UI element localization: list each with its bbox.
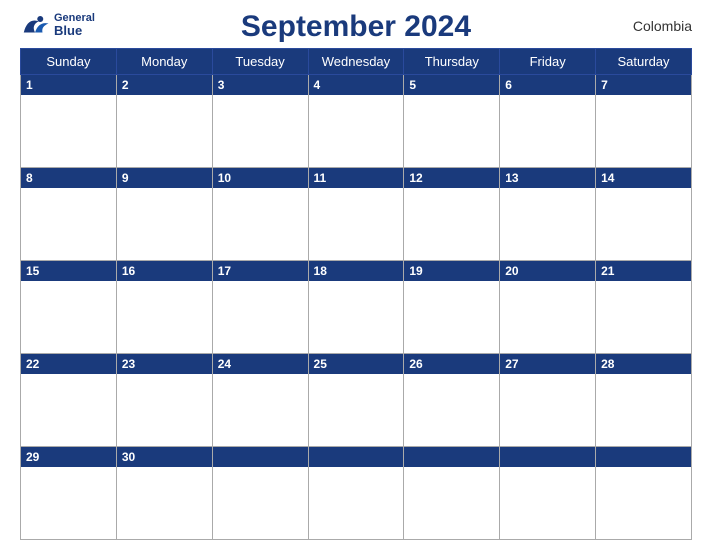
days-header-row: Sunday Monday Tuesday Wednesday Thursday… [21,49,692,75]
day-21: 21 [596,261,692,354]
day-2: 2 [116,75,212,168]
day-1: 1 [21,75,117,168]
day-3: 3 [212,75,308,168]
day-9: 9 [116,168,212,261]
day-27: 27 [500,354,596,447]
week-row-3: 15 16 17 18 19 20 21 [21,261,692,354]
header-thursday: Thursday [404,49,500,75]
day-17: 17 [212,261,308,354]
day-empty-2 [308,447,404,540]
header-sunday: Sunday [21,49,117,75]
header-wednesday: Wednesday [308,49,404,75]
calendar-table: Sunday Monday Tuesday Wednesday Thursday… [20,48,692,540]
day-29: 29 [21,447,117,540]
day-20: 20 [500,261,596,354]
header-monday: Monday [116,49,212,75]
day-18: 18 [308,261,404,354]
logo: General Blue [20,10,95,40]
day-16: 16 [116,261,212,354]
week-row-2: 8 9 10 11 12 13 14 [21,168,692,261]
day-13: 13 [500,168,596,261]
day-19: 19 [404,261,500,354]
logo-icon [20,10,50,40]
day-4: 4 [308,75,404,168]
day-8: 8 [21,168,117,261]
day-26: 26 [404,354,500,447]
day-5: 5 [404,75,500,168]
day-28: 28 [596,354,692,447]
day-24: 24 [212,354,308,447]
logo-text: General Blue [54,12,95,38]
day-empty-4 [500,447,596,540]
day-10: 10 [212,168,308,261]
header-friday: Friday [500,49,596,75]
logo-line2: Blue [54,24,95,38]
day-7: 7 [596,75,692,168]
day-empty-5 [596,447,692,540]
calendar-header: General Blue September 2024 Colombia [20,10,692,44]
day-25: 25 [308,354,404,447]
week-row-1: 1 2 3 4 5 6 7 [21,75,692,168]
week-row-5: 29 30 [21,447,692,540]
day-6: 6 [500,75,596,168]
week-row-4: 22 23 24 25 26 27 28 [21,354,692,447]
day-22: 22 [21,354,117,447]
day-empty-1 [212,447,308,540]
day-11: 11 [308,168,404,261]
day-12: 12 [404,168,500,261]
day-23: 23 [116,354,212,447]
day-30: 30 [116,447,212,540]
header-tuesday: Tuesday [212,49,308,75]
day-15: 15 [21,261,117,354]
day-empty-3 [404,447,500,540]
day-14: 14 [596,168,692,261]
header-saturday: Saturday [596,49,692,75]
country-label: Colombia [633,18,692,34]
calendar-title: September 2024 [241,10,471,44]
